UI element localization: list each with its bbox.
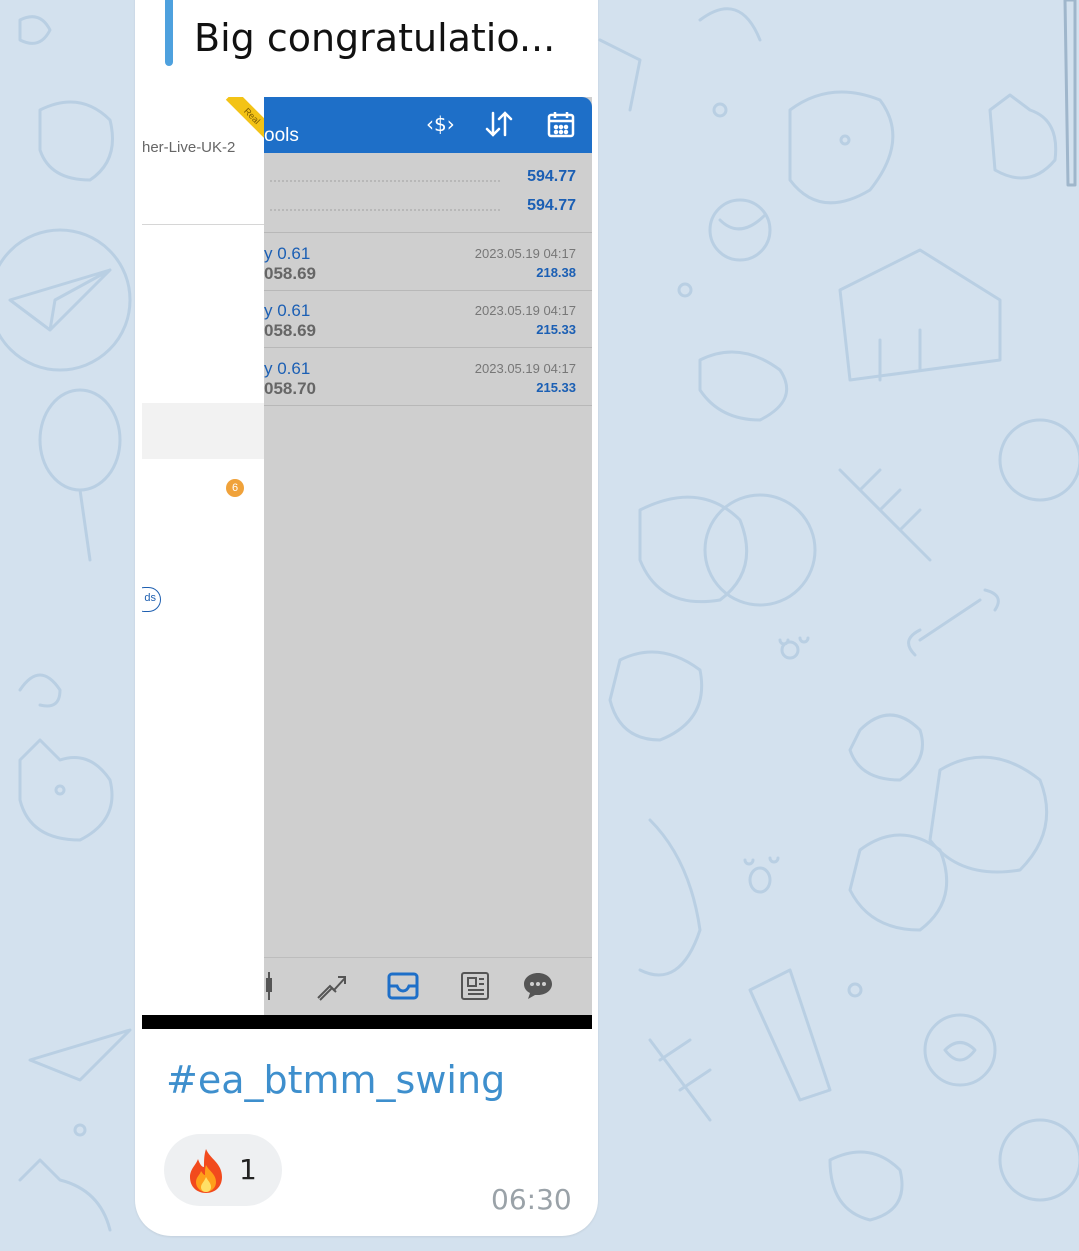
reaction-count: 1 [239,1153,257,1186]
trade-profit: 218.38 [536,265,576,280]
real-account-ribbon: Real [220,97,264,141]
trade-lot: y 0.61 [264,244,311,263]
toolbar-title: ools [264,125,299,146]
trade-date: 2023.05.19 04:17 [474,361,576,376]
attached-image[interactable]: her-Live-UK-2 Real 6 ds ools ‹$› 594.77 … [142,97,592,1029]
section-divider [264,232,592,233]
trade-profit: 215.33 [536,322,576,337]
trade-price: 058.70 [264,379,316,398]
dotted-leader [270,180,500,182]
dotted-leader [270,209,500,211]
trade-date: 2023.05.19 04:17 [474,303,576,318]
message-timestamp: 06:30 [491,1183,572,1216]
reply-preview-text[interactable]: Big congratulatio... [194,16,555,60]
drawer-divider [142,224,264,225]
row-divider [264,405,592,406]
trade-date: 2023.05.19 04:17 [474,246,576,261]
ribbon-label: Real [225,97,264,141]
trade-inbox-icon [386,970,420,1006]
trade-lot: y 0.61 [264,359,311,378]
candlestick-icon [264,970,278,1006]
currency-icon: ‹$› [424,109,458,143]
trade-price: 058.69 [264,321,316,340]
trade-row: y 0.61 058.69 2023.05.19 04:17 218.38 [264,234,592,291]
trade-row: y 0.61 058.69 2023.05.19 04:17 215.33 [264,291,592,348]
summary-value: 594.77 [527,168,576,185]
reaction-chip[interactable]: 1 [164,1134,282,1206]
notification-badge: 6 [226,479,244,497]
calendar-icon [546,109,576,143]
summary-row: 594.77 [264,166,576,192]
fire-icon [184,1147,228,1195]
image-bottom-bar [142,1015,592,1029]
side-drawer [142,97,264,1015]
hashtag-link[interactable]: #ea_btmm_swing [166,1058,505,1102]
trade-price: 058.69 [264,264,316,283]
app-bottom-nav [264,957,592,1015]
summary-row: 594.77 [264,195,576,221]
row-divider [264,347,592,348]
sort-icon [484,109,514,143]
chart-trend-icon [316,970,348,1006]
chat-icon [522,970,554,1006]
trade-row: y 0.61 058.70 2023.05.19 04:17 215.33 [264,349,592,406]
summary-value: 594.77 [527,197,576,214]
svg-text:‹$›: ‹$› [426,112,455,136]
trade-profit: 215.33 [536,380,576,395]
drawer-selected-row [142,403,264,459]
news-icon [458,970,492,1006]
server-label: her-Live-UK-2 [142,139,236,156]
trade-lot: y 0.61 [264,301,311,320]
reply-quote-bar [165,0,173,66]
